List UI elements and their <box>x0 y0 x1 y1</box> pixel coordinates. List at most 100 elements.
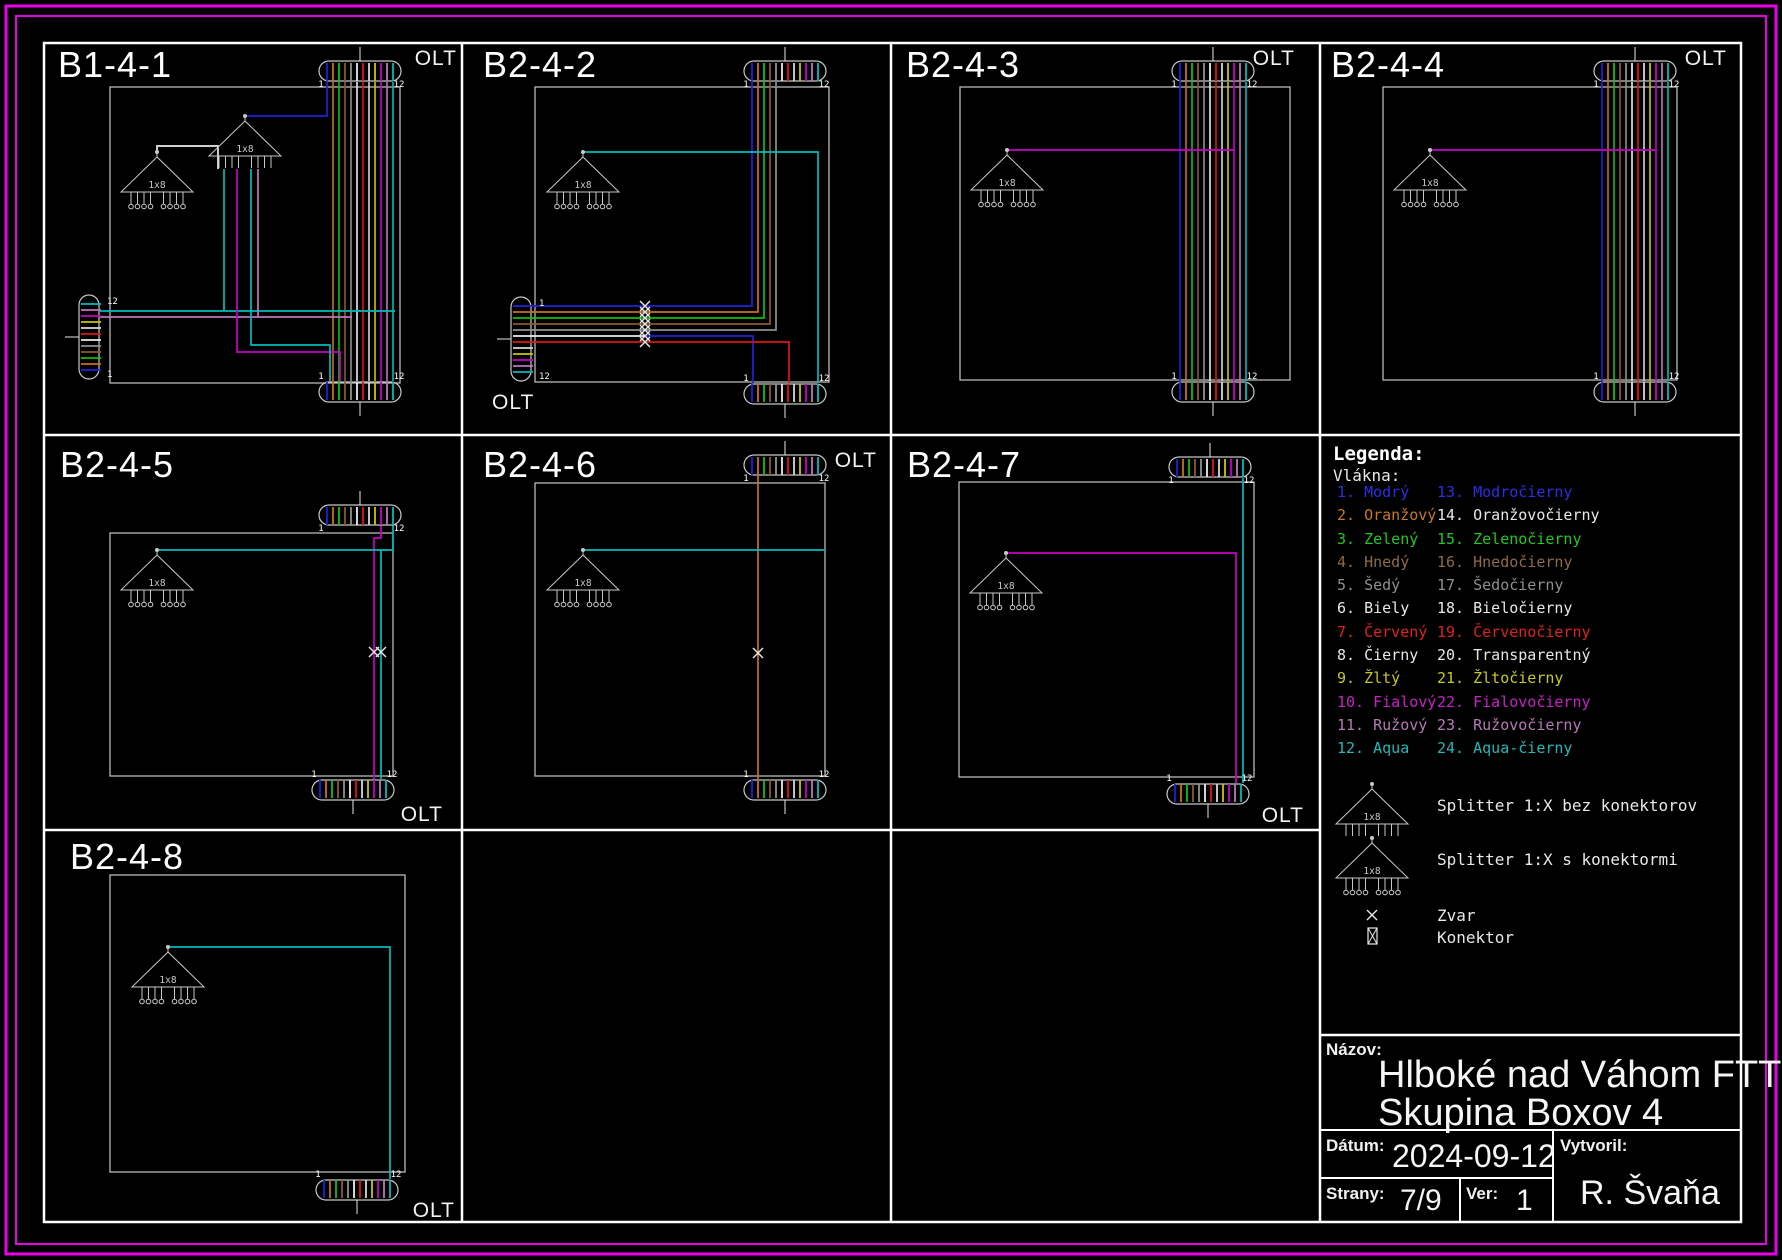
legend-fiber-entry: 19. Červenočierny <box>1437 622 1591 641</box>
splitter-output-connector <box>134 203 141 210</box>
splitter-output-connector <box>991 201 997 208</box>
legend-fiber-entry: 1. Modrý <box>1337 483 1410 501</box>
connector-fiber1-label: 1 <box>743 374 748 384</box>
connector-fiber1-label: 1 <box>315 1170 320 1180</box>
legend-fiber-entry: 3. Zelený <box>1337 529 1419 548</box>
connector-fiber12-label: 12 <box>394 80 405 90</box>
connector-fiber12-label: 12 <box>819 770 830 780</box>
splitter-output-connector <box>1362 889 1369 896</box>
splitter-output-connector <box>1009 604 1016 611</box>
titleblock-title-line1: Hlboké nad Váhom FTTx <box>1378 1054 1782 1096</box>
splitter-output-connector <box>180 203 186 210</box>
fiber-line <box>532 82 759 313</box>
splitter-output-connector <box>147 601 154 608</box>
legend-konektor-label: Konektor <box>1437 928 1515 947</box>
connector-fiber12-label: 12 <box>1242 774 1253 784</box>
connector-fiber12-label: 12 <box>1244 476 1255 486</box>
splitter-output-connector <box>997 201 1004 208</box>
connector-fiber12-label: 12 <box>1669 80 1680 90</box>
fiber-connector: 1 12 <box>743 441 829 484</box>
legend-fiber-entry: 15. Zelenočierny <box>1437 529 1582 548</box>
splitter-output-connector <box>593 203 599 210</box>
splitter-symbol: 1x8 <box>968 551 1044 611</box>
panel-B2-4-4: 1x8 1 12 1 12 <box>1382 47 1679 416</box>
legend-fiber-entry: 21. Žltočierny <box>1437 669 1564 688</box>
olt-label-b2-4-3: OLT <box>1252 47 1295 70</box>
splitter-output-connector <box>560 601 567 608</box>
legend-fiber-entry: 11. Ružový <box>1337 715 1428 734</box>
olt-label-b2-4-4: OLT <box>1684 47 1727 70</box>
connector-capsule <box>743 383 827 405</box>
fiber-line <box>373 525 382 779</box>
titleblock-datum-value: 2024-09-12 <box>1392 1138 1556 1174</box>
panel-title-b2-4-5: B2-4-5 <box>60 444 175 485</box>
splitter-output-connector <box>173 203 180 210</box>
connector-fiber1-label: 1 <box>318 372 323 382</box>
fiber-connector: 1 12 <box>318 372 404 416</box>
distribution-box-outline <box>534 86 830 383</box>
connector-fiber12-label: 1 <box>107 370 112 380</box>
splitter-output-connector <box>1349 889 1356 896</box>
legend-fiber-column-right: 13. Modročierny 14. Oranžovočierny 15. Zel… <box>1437 481 1600 761</box>
splitter-output-connector <box>1029 604 1035 611</box>
legend-fiber-entry: 2. Oranžový <box>1337 506 1437 525</box>
fiber-connector: 1 12 <box>743 47 829 90</box>
olt-label-b2-4-5: OLT <box>400 803 443 826</box>
fiber-connector: 1 12 <box>1168 443 1254 486</box>
splitter-output-connector <box>160 203 167 210</box>
splitter-output-connector <box>160 601 167 608</box>
fiber-line <box>645 341 790 383</box>
titleblock-vytvoril-label: Vytvoril: <box>1560 1136 1628 1155</box>
splitter-output-connector <box>1017 201 1023 208</box>
connector-fiber12-label: 12 <box>819 80 830 90</box>
fiber-connector: 1 12 <box>1593 47 1679 90</box>
splitter-output-connector <box>167 601 173 608</box>
fiber-connector: 1 12 <box>497 296 550 382</box>
connector-fiber12-label: 12 <box>819 374 830 384</box>
panel-B2-4-6: 1x8 1 12 1 12 <box>534 441 830 814</box>
splitter-output-connector <box>586 203 593 210</box>
fiber-line <box>645 82 753 307</box>
titleblock-ver-value: 1 <box>1516 1184 1533 1217</box>
legend-fiber-entry: 16. Hnedočierny <box>1437 552 1573 571</box>
splitter-ratio-label: 1x8 <box>574 578 591 589</box>
splitter-output-connector <box>1388 889 1395 896</box>
connector-capsule <box>315 1179 399 1201</box>
splitter-output-connector <box>567 203 573 210</box>
splitter-output-connector <box>1395 889 1401 896</box>
splitter-output-connector <box>1453 201 1459 208</box>
connector-fiber12-label: 12 <box>1247 80 1258 90</box>
panel-B2-4-8: 1x8 1 12 <box>109 874 406 1214</box>
distribution-box-outline <box>534 482 826 777</box>
panel-title-b2-4-4: B2-4-4 <box>1331 44 1446 85</box>
panel-title-b2-4-2: B2-4-2 <box>483 44 598 85</box>
splitter-output-connector <box>145 998 152 1005</box>
splitter-output-connector <box>178 998 184 1005</box>
connector-fiber12-label: 12 <box>391 1170 402 1180</box>
splitter-output-connector <box>1016 604 1022 611</box>
connector-capsule <box>743 454 827 476</box>
fiber-connector: 1 12 <box>1593 372 1679 416</box>
panel-B2-4-7: 1x8 1 12 1 12 <box>958 443 1255 818</box>
legend-fiber-entry: 13. Modročierny <box>1437 483 1573 501</box>
splitter-output-connector <box>1010 201 1017 208</box>
splitter-ratio-label: 1x8 <box>236 144 253 155</box>
connector-fiber1-label: 1 <box>318 524 323 534</box>
titleblock-strany-label: Strany: <box>1326 1184 1385 1203</box>
fiber-line <box>250 169 331 381</box>
splitter-output-connector <box>158 998 165 1005</box>
connector-fiber1-label: 1 <box>1593 80 1598 90</box>
legend-fiber-entry: 22. Fialovočierny <box>1437 692 1591 711</box>
panel-title-b2-4-8: B2-4-8 <box>70 836 185 877</box>
connector-capsule <box>743 60 827 82</box>
splitter-output-connector <box>1030 201 1036 208</box>
splitter-output-connector <box>1023 201 1030 208</box>
zvar-splice-mark <box>1366 909 1378 921</box>
fiber-line <box>583 151 819 383</box>
panel-B2-4-5: 1x8 1 12 1 12 <box>109 491 404 814</box>
legend-fiber-entry: 20. Transparentný <box>1437 646 1591 665</box>
fiber-line <box>1006 552 1237 783</box>
splitter-output-connector <box>984 201 991 208</box>
legend-fiber-entry: 5. Šedý <box>1337 576 1401 595</box>
legend-fiber-entry: 6. Biely <box>1337 599 1410 618</box>
